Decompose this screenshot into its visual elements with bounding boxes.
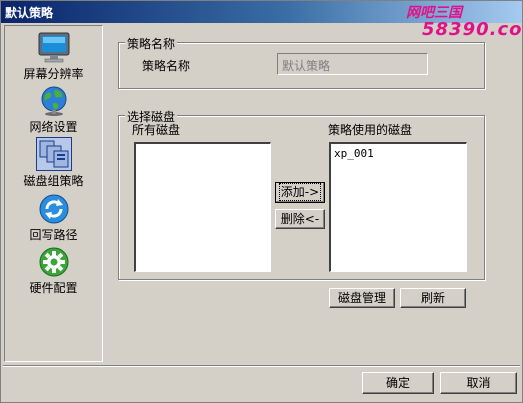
policy-dialog: 默认策略 网吧三国 58390.com 屏幕分辨率	[0, 0, 523, 403]
sidebar-item-label: 网络设置	[29, 120, 78, 134]
monitor-icon	[38, 32, 69, 63]
gear-icon	[39, 247, 68, 277]
globe-icon	[41, 86, 66, 116]
policy-name-group: 策略名称 策略名称 默认策略	[118, 35, 485, 89]
policy-name-group-title: 策略名称	[125, 35, 178, 52]
used-disks-label: 策略使用的磁盘	[328, 123, 413, 137]
disk-manage-button[interactable]: 磁盘管理	[329, 288, 395, 308]
sidebar-item-label: 屏幕分辨率	[23, 67, 84, 81]
all-disks-label: 所有磁盘	[132, 123, 181, 137]
watermark-logo: 网吧三国 58390.com	[406, 2, 523, 42]
sidebar-item-writeback-path[interactable]: 回写路径	[5, 193, 102, 243]
cancel-button[interactable]: 取消	[440, 372, 517, 394]
remove-disk-button[interactable]: 删除<-	[275, 209, 325, 229]
used-disks-list[interactable]: xp_001	[329, 142, 467, 272]
sidebar-item-network[interactable]: 网络设置	[5, 85, 102, 135]
sidebar-item-resolution[interactable]: 屏幕分辨率	[5, 32, 102, 82]
sidebar-item-hardware[interactable]: 硬件配置	[5, 246, 102, 296]
sidebar-item-label: 回写路径	[29, 228, 78, 242]
policy-name-label: 策略名称	[142, 59, 191, 73]
policy-name-field[interactable]: 默认策略	[277, 53, 428, 75]
watermark-line2: 58390.com	[422, 19, 523, 40]
all-disks-list[interactable]	[134, 142, 271, 272]
disk-group-icon	[35, 137, 72, 171]
ok-button[interactable]: 确定	[362, 372, 434, 394]
refresh-icon	[39, 194, 68, 224]
add-disk-button[interactable]: 添加->	[275, 182, 325, 203]
refresh-button[interactable]: 刷新	[400, 288, 466, 308]
window-title: 默认策略	[5, 6, 54, 20]
sidebar-item-label: 磁盘组策略	[23, 174, 84, 188]
sidebar-item-disk-group[interactable]: 磁盘组策略	[5, 137, 102, 189]
remove-disk-button-label: 删除<-	[280, 212, 320, 226]
list-item[interactable]: xp_001	[334, 147, 463, 160]
footer-divider	[3, 365, 520, 367]
disk-select-group: 选择磁盘 所有磁盘 策略使用的磁盘 添加-> 删除<- xp_001	[118, 108, 485, 280]
sidebar-item-label: 硬件配置	[29, 281, 78, 295]
add-disk-button-label: 添加->	[278, 183, 322, 201]
sidebar: 屏幕分辨率 网络设置 磁盘组策略 回写路径 硬件配置	[4, 25, 103, 362]
